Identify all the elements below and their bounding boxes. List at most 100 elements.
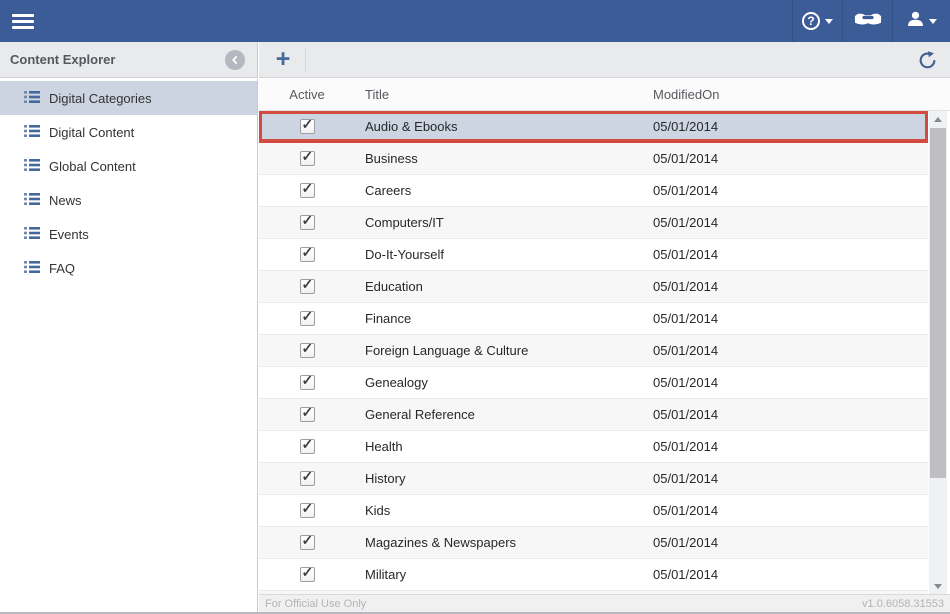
active-checkbox[interactable]: ✓ xyxy=(300,439,315,454)
active-checkbox[interactable]: ✓ xyxy=(300,407,315,422)
table-row[interactable]: ✓ Education 05/01/2014 xyxy=(259,271,928,303)
library-button[interactable] xyxy=(842,0,892,42)
vertical-scrollbar[interactable] xyxy=(929,111,947,594)
sidebar-item-label: FAQ xyxy=(49,261,75,276)
arrow-up-icon xyxy=(934,117,942,122)
refresh-button[interactable] xyxy=(916,49,938,71)
table-row[interactable]: ✓ Computers/IT 05/01/2014 xyxy=(259,207,928,239)
table-row[interactable]: ✓ Finance 05/01/2014 xyxy=(259,303,928,335)
row-modified-on: 05/01/2014 xyxy=(643,367,928,398)
active-checkbox[interactable]: ✓ xyxy=(300,279,315,294)
row-modified-on: 05/01/2014 xyxy=(643,111,928,142)
row-title: Foreign Language & Culture xyxy=(355,335,643,366)
check-icon: ✓ xyxy=(302,276,314,293)
sidebar-item[interactable]: Global Content xyxy=(0,149,257,183)
row-modified-on: 05/01/2014 xyxy=(643,463,928,494)
active-checkbox[interactable]: ✓ xyxy=(300,343,315,358)
scroll-down-button[interactable] xyxy=(929,578,947,594)
check-icon: ✓ xyxy=(302,500,314,517)
row-modified-on: 05/01/2014 xyxy=(643,271,928,302)
row-modified-on: 05/01/2014 xyxy=(643,399,928,430)
active-checkbox[interactable]: ✓ xyxy=(300,471,315,486)
toolbar-separator xyxy=(305,49,306,71)
active-checkbox[interactable]: ✓ xyxy=(300,183,315,198)
check-icon: ✓ xyxy=(302,436,314,453)
column-header-active[interactable]: Active xyxy=(259,79,355,110)
help-icon: ? xyxy=(802,12,820,30)
chevron-down-icon xyxy=(825,19,833,24)
check-icon: ✓ xyxy=(302,564,314,581)
table-row[interactable]: ✓ General Reference 05/01/2014 xyxy=(259,399,928,431)
check-icon: ✓ xyxy=(302,404,314,421)
active-checkbox[interactable]: ✓ xyxy=(300,311,315,326)
table-header: Active Title ModifiedOn xyxy=(259,79,950,111)
active-checkbox[interactable]: ✓ xyxy=(300,215,315,230)
list-icon xyxy=(24,226,40,243)
sidebar-item[interactable]: Digital Content xyxy=(0,115,257,149)
table-row[interactable]: ✓ Magazines & Newspapers 05/01/2014 xyxy=(259,527,928,559)
column-header-modifiedon[interactable]: ModifiedOn xyxy=(643,79,950,110)
table-row[interactable]: ✓ Kids 05/01/2014 xyxy=(259,495,928,527)
sidebar-item-label: News xyxy=(49,193,82,208)
row-title: Do-It-Yourself xyxy=(355,239,643,270)
row-title: Finance xyxy=(355,303,643,334)
row-title: Kids xyxy=(355,495,643,526)
sidebar-collapse-button[interactable] xyxy=(225,50,245,70)
active-checkbox[interactable]: ✓ xyxy=(300,503,315,518)
scroll-up-button[interactable] xyxy=(929,111,947,127)
table-row[interactable]: ✓ Genealogy 05/01/2014 xyxy=(259,367,928,399)
row-modified-on: 05/01/2014 xyxy=(643,431,928,462)
sidebar-item[interactable]: News xyxy=(0,183,257,217)
active-checkbox[interactable]: ✓ xyxy=(300,535,315,550)
sidebar-list: Digital Categories Digital Content xyxy=(0,79,257,285)
sidebar-item[interactable]: Digital Categories xyxy=(0,81,257,115)
footer-version-text: v1.0.6058.31553 xyxy=(862,598,944,610)
row-modified-on: 05/01/2014 xyxy=(643,335,928,366)
refresh-icon xyxy=(918,51,937,70)
active-checkbox[interactable]: ✓ xyxy=(300,119,315,134)
list-icon xyxy=(24,158,40,175)
row-title: Genealogy xyxy=(355,367,643,398)
table-row[interactable]: ✓ Do-It-Yourself 05/01/2014 xyxy=(259,239,928,271)
book-icon xyxy=(854,11,882,32)
table-row[interactable]: ✓ Audio & Ebooks 05/01/2014 xyxy=(259,111,928,143)
table-row[interactable]: ✓ Careers 05/01/2014 xyxy=(259,175,928,207)
table-row[interactable]: ✓ Military 05/01/2014 xyxy=(259,559,928,591)
column-header-title[interactable]: Title xyxy=(355,79,643,110)
active-checkbox[interactable]: ✓ xyxy=(300,375,315,390)
table-row[interactable]: ✓ Business 05/01/2014 xyxy=(259,143,928,175)
table-row[interactable]: ✓ History 05/01/2014 xyxy=(259,463,928,495)
sidebar-item[interactable]: Events xyxy=(0,217,257,251)
active-checkbox[interactable]: ✓ xyxy=(300,567,315,582)
row-modified-on: 05/01/2014 xyxy=(643,175,928,206)
arrow-down-icon xyxy=(934,584,942,589)
list-icon xyxy=(24,124,40,141)
row-modified-on: 05/01/2014 xyxy=(643,303,928,334)
row-modified-on: 05/01/2014 xyxy=(643,495,928,526)
scrollbar-thumb[interactable] xyxy=(930,128,946,478)
chevron-left-icon xyxy=(229,54,241,66)
add-button[interactable]: + xyxy=(269,46,297,74)
toolbar: + xyxy=(259,42,950,78)
menu-button[interactable] xyxy=(0,0,46,42)
active-checkbox[interactable]: ✓ xyxy=(300,151,315,166)
active-checkbox[interactable]: ✓ xyxy=(300,247,315,262)
navbar-actions: ? xyxy=(792,0,950,42)
sidebar-item[interactable]: FAQ xyxy=(0,251,257,285)
row-title: Business xyxy=(355,143,643,174)
sidebar-item-label: Global Content xyxy=(49,159,136,174)
list-icon xyxy=(24,90,40,107)
row-title: Health xyxy=(355,431,643,462)
row-modified-on: 05/01/2014 xyxy=(643,143,928,174)
check-icon: ✓ xyxy=(302,340,314,357)
row-title: Audio & Ebooks xyxy=(355,111,643,142)
table-row[interactable]: ✓ Health 05/01/2014 xyxy=(259,431,928,463)
user-menu-button[interactable] xyxy=(892,0,950,42)
chevron-down-icon xyxy=(929,19,937,24)
check-icon: ✓ xyxy=(302,308,314,325)
status-bar: For Official Use Only v1.0.6058.31553 xyxy=(259,594,950,612)
check-icon: ✓ xyxy=(302,372,314,389)
row-title: Magazines & Newspapers xyxy=(355,527,643,558)
table-row[interactable]: ✓ Foreign Language & Culture 05/01/2014 xyxy=(259,335,928,367)
help-button[interactable]: ? xyxy=(792,0,842,42)
